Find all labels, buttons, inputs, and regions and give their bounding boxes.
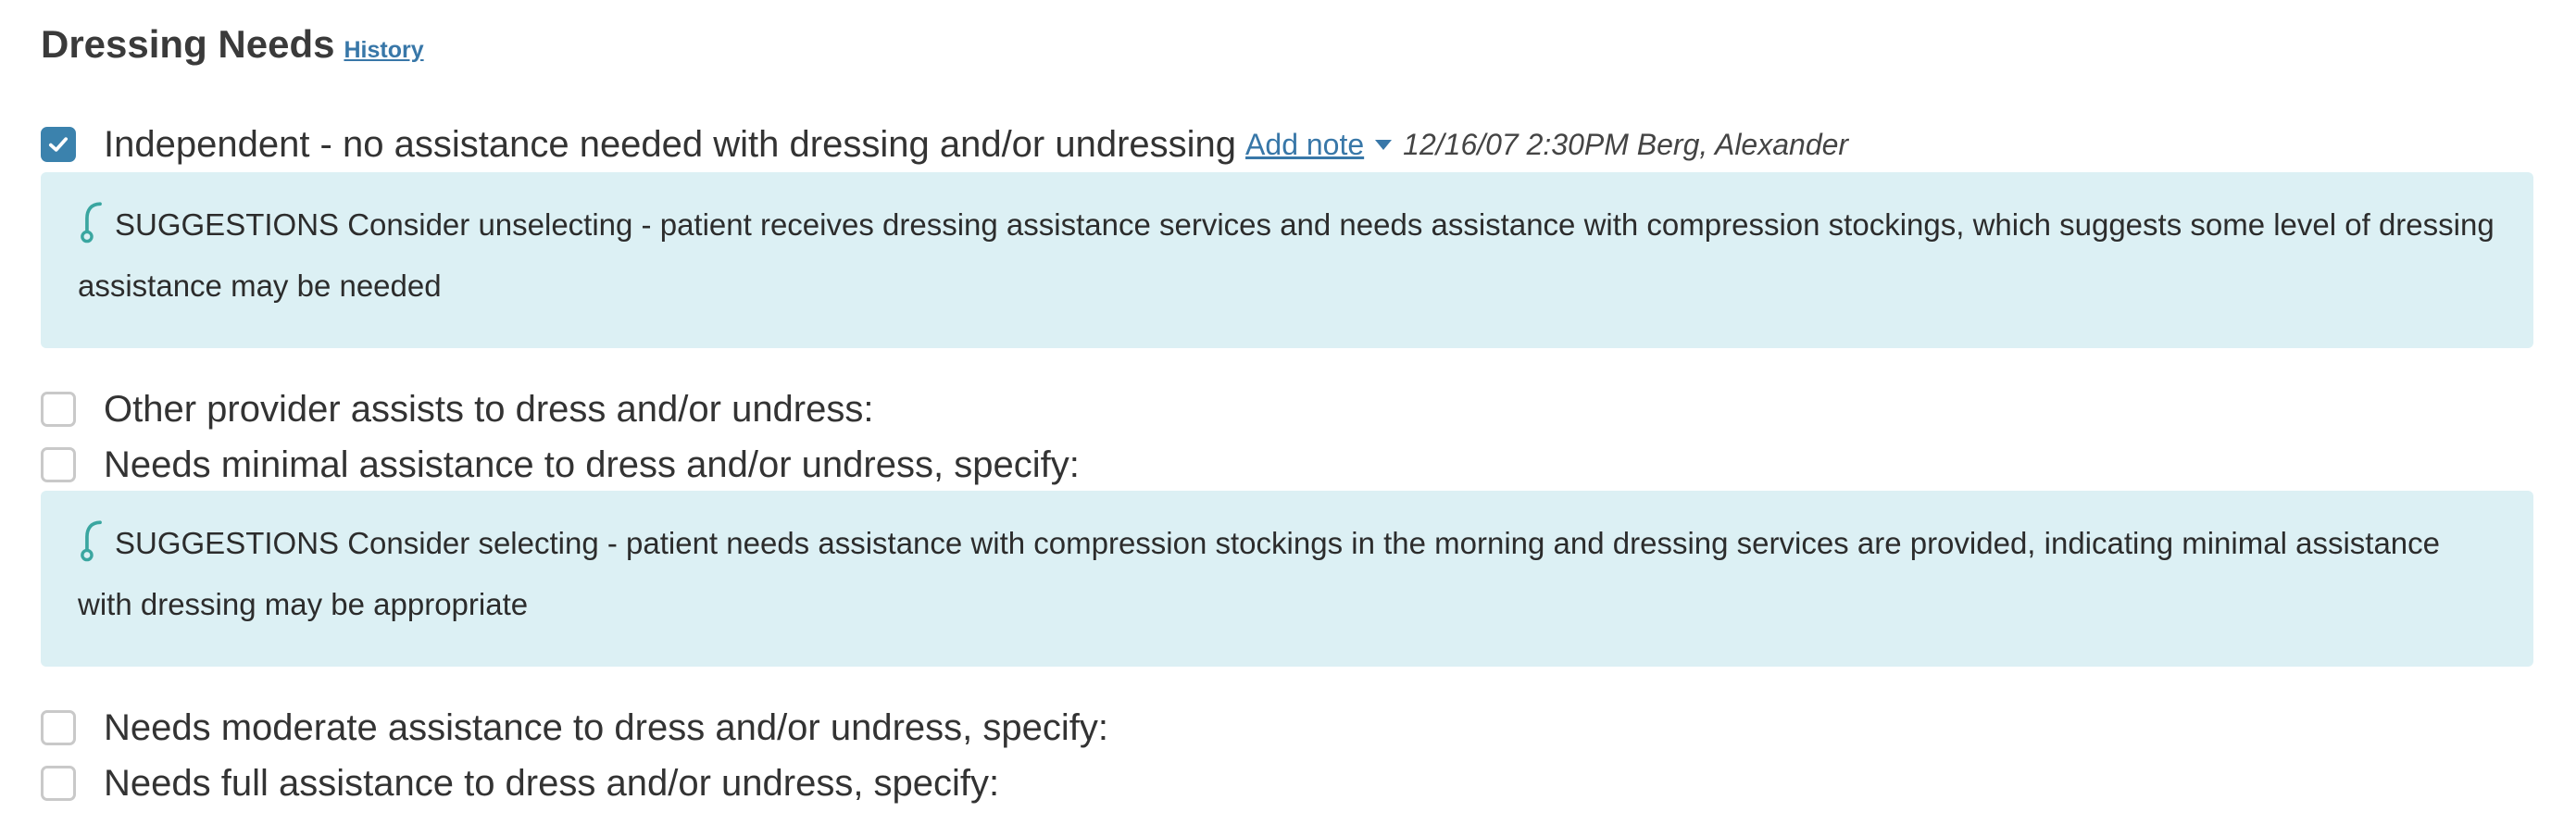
checkmark-icon	[48, 137, 69, 152]
suggestion-text: SUGGESTIONS Consider unselecting - patie…	[78, 207, 2495, 303]
entry-meta: 12/16/07 2:30PM Berg, Alexander	[1403, 127, 1849, 161]
dressing-needs-panel: Dressing Needs History Independent - no …	[0, 0, 2576, 837]
suggestion-box: SUGGESTIONS Consider unselecting - patie…	[41, 172, 2533, 348]
option-minimal-assistance[interactable]: Needs minimal assistance to dress and/or…	[41, 439, 1080, 491]
add-note-link[interactable]: Add note	[1245, 127, 1393, 162]
option-label: Needs moderate assistance to dress and/o…	[104, 706, 1108, 748]
suggestion-box: SUGGESTIONS Consider selecting - patient…	[41, 491, 2533, 667]
suggestion-text: SUGGESTIONS Consider selecting - patient…	[78, 526, 2440, 621]
chevron-down-icon[interactable]	[1375, 139, 1393, 150]
checkbox-independent[interactable]	[41, 127, 76, 162]
add-note-label: Add note	[1245, 127, 1365, 161]
option-full-assistance[interactable]: Needs full assistance to dress and/or un…	[41, 757, 999, 809]
option-label: Needs minimal assistance to dress and/or…	[104, 443, 1080, 485]
stethoscope-icon	[81, 202, 102, 244]
option-label: Independent - no assistance needed with …	[104, 123, 1237, 165]
checkbox-moderate-assistance[interactable]	[41, 710, 76, 745]
stethoscope-icon	[81, 520, 102, 562]
section-title: Dressing Needs	[41, 22, 335, 66]
option-label: Other provider assists to dress and/or u…	[104, 388, 874, 430]
option-moderate-assistance[interactable]: Needs moderate assistance to dress and/o…	[41, 702, 1108, 754]
option-label: Needs full assistance to dress and/or un…	[104, 762, 1000, 804]
checkbox-full-assistance[interactable]	[41, 766, 76, 801]
history-link[interactable]: History	[344, 37, 423, 64]
checkbox-minimal-assistance[interactable]	[41, 447, 76, 482]
option-independent[interactable]: Independent - no assistance needed with …	[41, 119, 1848, 170]
section-header: Dressing Needs History	[41, 22, 424, 78]
option-other-provider[interactable]: Other provider assists to dress and/or u…	[41, 383, 873, 435]
checkbox-other-provider[interactable]	[41, 392, 76, 427]
